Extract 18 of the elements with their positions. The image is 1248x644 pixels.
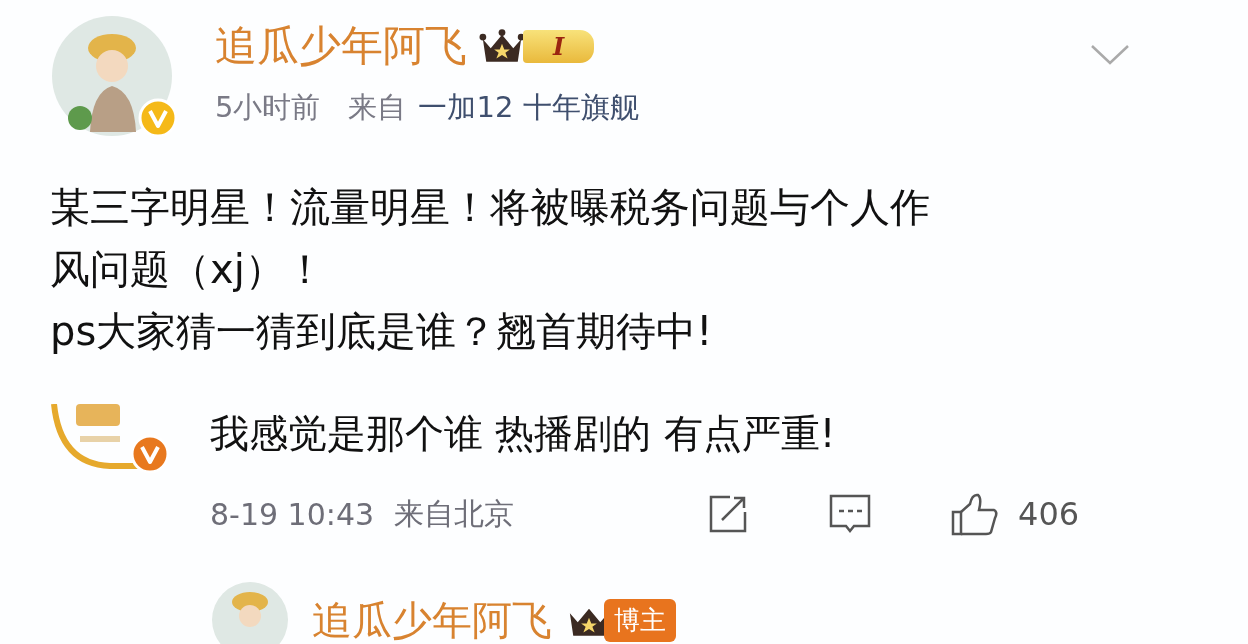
comment-text: 我感觉是那个谁 热播剧的 有点严重! [210,410,837,458]
comment-time: 8-19 10:43 [210,496,375,532]
level-badge: I [523,29,595,63]
post-text: 某三字明星！流量明星！将被曝税务问题与个人作 风问题（xj）！ ps大家猜一猜到底是谁？翘首期待中! [50,183,931,356]
username[interactable]: 追瓜少年阿飞 [215,18,467,74]
source-label: 来自 [348,89,407,126]
username[interactable]: 追瓜少年阿飞 [312,592,552,644]
avatar[interactable] [210,580,290,644]
author-badge: 博主 [604,598,676,642]
chevron-down-icon[interactable] [1090,44,1130,66]
like-count: 406 [1018,495,1080,533]
avatar[interactable] [50,14,174,138]
crown-icon [479,28,525,64]
comment-location: 来自北京 [394,494,515,533]
post-time: 5小时前 [215,89,321,126]
verified-badge-icon [138,98,178,138]
thumbs-up-icon[interactable] [950,492,1001,536]
device-source[interactable]: 一加12 十年旗舰 [418,88,639,128]
